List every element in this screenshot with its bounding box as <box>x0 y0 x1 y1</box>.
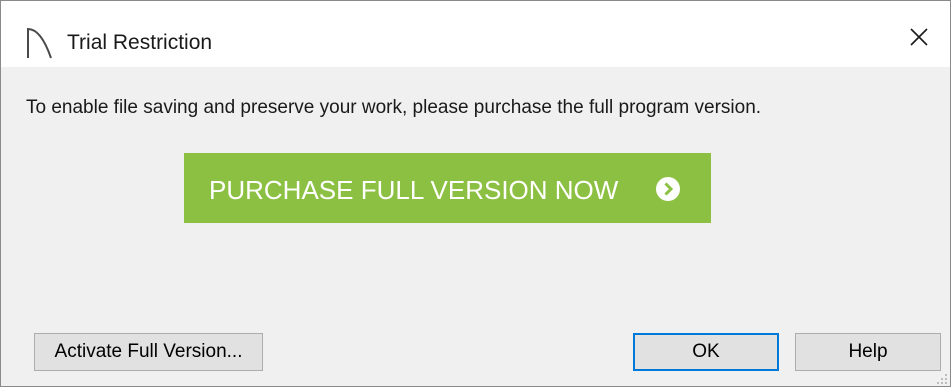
chevron-right-circle-icon <box>656 177 680 201</box>
ok-button[interactable]: OK <box>633 333 779 371</box>
purchase-full-version-button[interactable]: PURCHASE FULL VERSION NOW <box>184 153 711 223</box>
arch-logo-icon <box>25 25 55 59</box>
activate-full-version-button[interactable]: Activate Full Version... <box>34 333 263 371</box>
close-button[interactable] <box>888 1 950 67</box>
close-icon <box>910 18 928 51</box>
restriction-message: To enable file saving and preserve your … <box>26 97 762 118</box>
trial-restriction-dialog: Trial Restriction To enable file saving … <box>0 0 951 387</box>
window-title: Trial Restriction <box>67 31 213 54</box>
title-bar: Trial Restriction <box>1 1 950 67</box>
purchase-label: PURCHASE FULL VERSION NOW <box>209 175 619 205</box>
resize-grip-icon[interactable] <box>936 372 948 384</box>
help-button[interactable]: Help <box>795 333 941 371</box>
